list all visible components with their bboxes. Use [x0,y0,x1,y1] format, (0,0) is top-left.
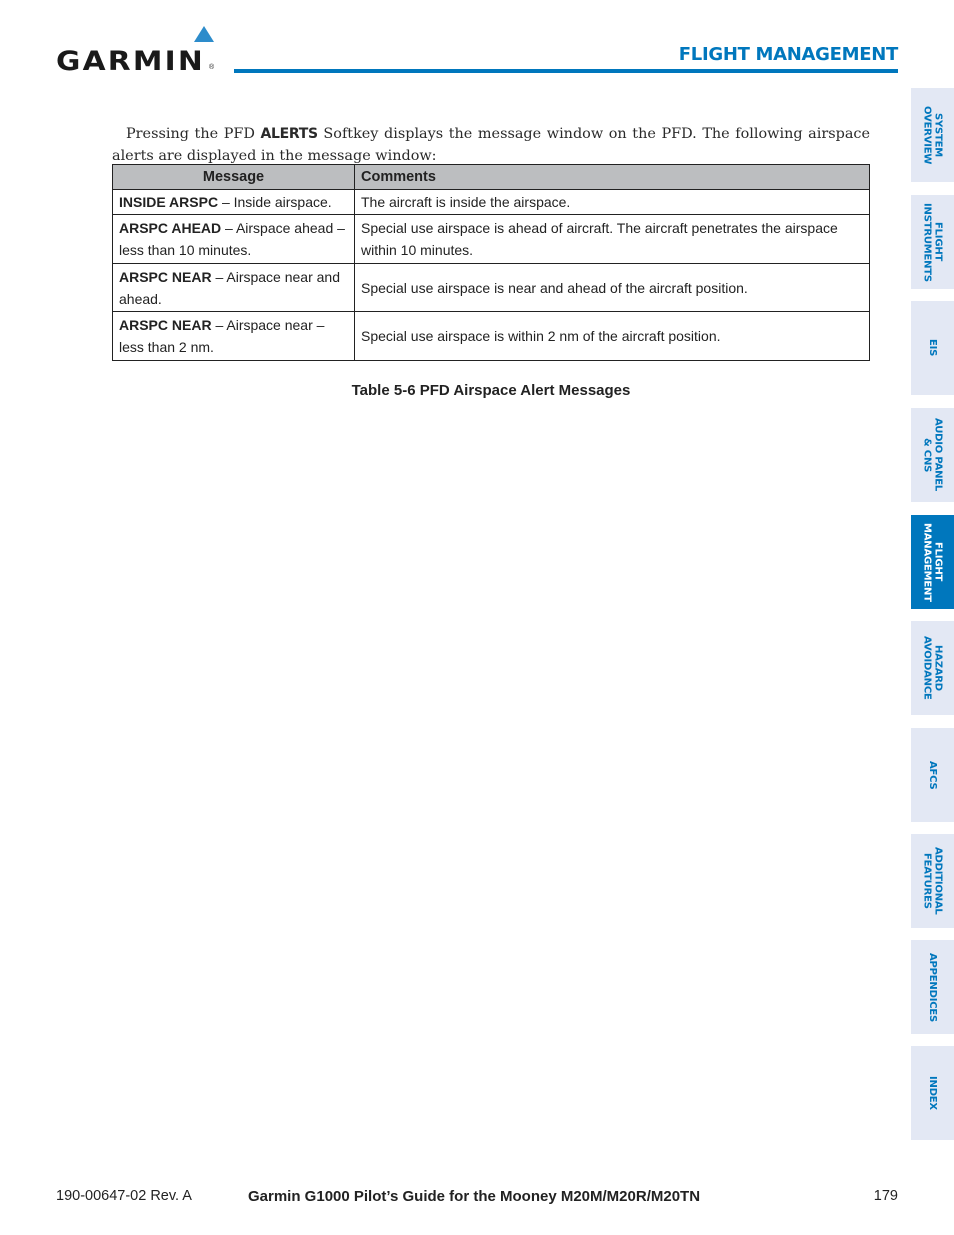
message-code: INSIDE ARSPC [119,194,219,210]
logo-triangle-icon [194,26,214,42]
garmin-logo: GARMIN ® [56,26,221,77]
comment-cell: The aircraft is inside the airspace. [354,189,870,215]
tab-flight-management[interactable]: FLIGHT MANAGEMENT [911,515,954,609]
header-comments: Comments [354,164,870,190]
tab-appendices[interactable]: APPENDICES [911,940,954,1034]
tab-label: AFCS [927,760,938,790]
softkey-name: ALERTS [260,126,319,143]
header-message: Message [112,164,355,190]
message-cell: ARSPC NEAR – Airspace near – less than 2… [112,311,355,361]
logo-text: GARMIN [56,46,205,77]
table-header-row: Message Comments [112,164,870,190]
tab-label: EIS [927,339,938,357]
message-desc: – Inside airspace. [218,194,332,210]
tab-eis[interactable]: EIS [911,301,954,395]
table-row: INSIDE ARSPC – Inside airspace. The airc… [112,189,870,215]
airspace-alerts-table: Message Comments INSIDE ARSPC – Inside a… [112,164,870,361]
tab-hazard-avoidance[interactable]: HAZARD AVOIDANCE [911,621,954,715]
message-code: ARSPC NEAR [119,317,212,333]
page-number: 179 [873,1188,898,1204]
message-cell: ARSPC NEAR – Airspace near and ahead. [112,263,355,312]
table-caption: Table 5-6 PFD Airspace Alert Messages [351,382,631,399]
document-title: Garmin G1000 Pilot’s Guide for the Moone… [248,1188,701,1205]
section-title: FLIGHT MANAGEMENT [678,44,899,65]
message-cell: ARSPC AHEAD – Airspace ahead – less than… [112,214,355,264]
tab-flight-instruments[interactable]: FLIGHT INSTRUMENTS [911,195,954,289]
message-code: ARSPC AHEAD [119,220,222,236]
table-row: ARSPC NEAR – Airspace near – less than 2… [112,311,870,361]
table-row: ARSPC AHEAD – Airspace ahead – less than… [112,214,870,264]
tab-system-overview[interactable]: SYSTEM OVERVIEW [911,88,954,182]
message-code: ARSPC NEAR [119,268,212,285]
tab-label: AUDIO PANEL & CNS [921,418,944,492]
comment-cell: Special use airspace is within 2 nm of t… [354,311,870,361]
tab-label: FLIGHT MANAGEMENT [921,522,944,602]
tab-label: APPENDICES [927,952,938,1022]
intro-text-before: Pressing the PFD [126,126,261,143]
header-rule [234,69,898,73]
tab-label: FLIGHT INSTRUMENTS [921,202,944,282]
comment-cell: Special use airspace is near and ahead o… [354,263,870,312]
tab-label: SYSTEM OVERVIEW [921,105,944,165]
intro-paragraph: Pressing the PFD ALERTS Softkey displays… [112,123,870,167]
document-number: 190-00647-02 Rev. A [56,1188,192,1204]
tab-audio-panel-cns[interactable]: AUDIO PANEL & CNS [911,408,954,502]
tab-index[interactable]: INDEX [911,1046,954,1140]
table-row: ARSPC NEAR – Airspace near and ahead. Sp… [112,263,870,312]
tab-label: ADDITIONAL FEATURES [921,847,944,915]
message-cell: INSIDE ARSPC – Inside airspace. [112,189,355,215]
comment-cell: Special use airspace is ahead of aircraf… [354,214,870,264]
tab-label: INDEX [927,1076,938,1110]
tab-afcs[interactable]: AFCS [911,728,954,822]
registered-mark: ® [209,64,215,71]
tab-label: HAZARD AVOIDANCE [921,636,944,700]
tab-additional-features[interactable]: ADDITIONAL FEATURES [911,834,954,928]
